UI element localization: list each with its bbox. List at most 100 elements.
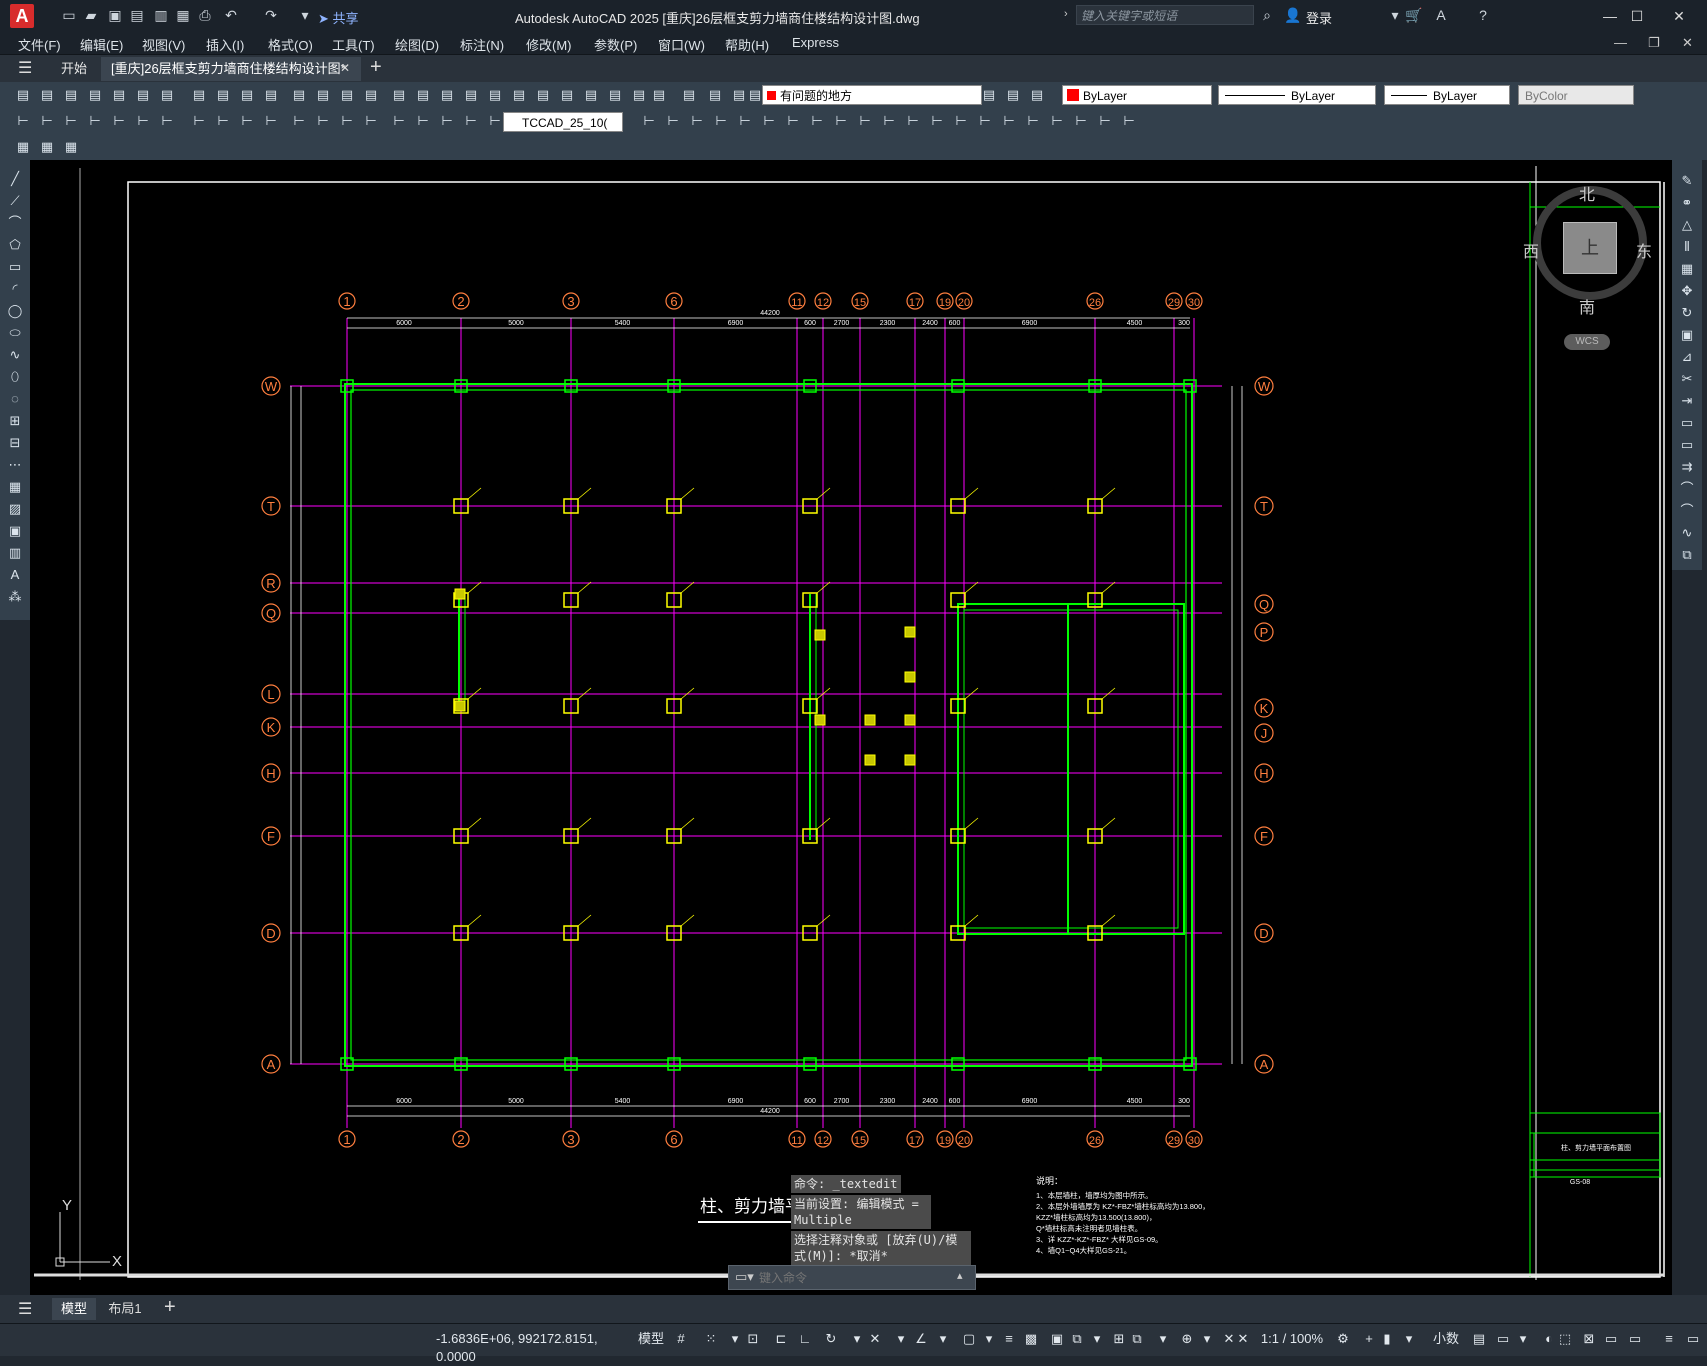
coordinate-readout[interactable]: -1.6836E+06, 992172.8151, 0.0000 <box>436 1330 632 1364</box>
toolbar-2-button-23-icon[interactable]: ⊢ <box>688 112 706 130</box>
toolbar-1-button-23-icon[interactable]: ▤ <box>558 86 576 104</box>
modify-tool-2-icon[interactable]: ⚭ <box>1678 194 1696 212</box>
draw-tool-17-icon[interactable]: ▣ <box>6 522 24 540</box>
toolbar-2-button-35-icon[interactable]: ⊢ <box>976 112 994 130</box>
toolbar-2-button-21-icon[interactable]: ⊢ <box>640 112 658 130</box>
hamburger-menu-icon[interactable]: ☰ <box>18 58 32 78</box>
status-toggle-10-icon[interactable]: ▾ <box>892 1330 910 1348</box>
toolbar-2-button-28-icon[interactable]: ⊢ <box>808 112 826 130</box>
tab-document[interactable]: [重庆]26层框支剪力墙商住楼结构设计图* <box>101 57 361 81</box>
status-toggle-13-icon[interactable]: ▢ <box>960 1330 978 1348</box>
toolbar-2-button-8-icon[interactable]: ⊢ <box>190 112 208 130</box>
menu-window[interactable]: 窗口(W) <box>658 35 705 54</box>
toolbar-1-button-8-icon[interactable]: ▤ <box>190 86 208 104</box>
toolbar-2-button-9-icon[interactable]: ⊢ <box>214 112 232 130</box>
draw-tool-1-icon[interactable]: ╱ <box>6 170 24 188</box>
status-toggle-5-icon[interactable]: ⊏ <box>772 1330 790 1348</box>
new-file-icon[interactable]: ▭ <box>60 6 78 24</box>
toolbar-1-button-13-icon[interactable]: ▤ <box>314 86 332 104</box>
modify-tool-7-icon[interactable]: ↻ <box>1678 304 1696 322</box>
share-button[interactable]: ➤ 共享 <box>318 8 359 27</box>
status-toggle-39-icon[interactable]: ≡ <box>1660 1330 1678 1348</box>
toolbar-2-button-3-icon[interactable]: ⊢ <box>62 112 80 130</box>
modify-tool-9-icon[interactable]: ⊿ <box>1678 348 1696 366</box>
toolbar-2-button-38-icon[interactable]: ⊢ <box>1048 112 1066 130</box>
status-toggle-33-icon[interactable]: ▾ <box>1514 1330 1532 1348</box>
draw-tool-13-icon[interactable]: ⊟ <box>6 434 24 452</box>
status-toggle-11-icon[interactable]: ∠ <box>912 1330 930 1348</box>
cart-icon[interactable]: 🛒 <box>1405 6 1423 24</box>
wcs-menu-button[interactable]: WCS <box>1564 334 1610 350</box>
status-toggle-38-icon[interactable]: ▭ <box>1626 1330 1644 1348</box>
menu-format[interactable]: 格式(O) <box>268 35 313 54</box>
toolbar-1-button-34-icon[interactable]: ▤ <box>1028 86 1046 104</box>
menu-modify[interactable]: 修改(M) <box>526 35 572 54</box>
toolbar-2-button-30-icon[interactable]: ⊢ <box>856 112 874 130</box>
menu-help[interactable]: 帮助(H) <box>725 35 769 54</box>
toolbar-1-button-1-icon[interactable]: ▤ <box>14 86 32 104</box>
draw-tool-3-icon[interactable]: ⌒ <box>6 214 24 232</box>
toolbar-3-button-2-icon[interactable]: ▦ <box>38 138 56 156</box>
qat-dropdown-icon[interactable]: ▾ <box>296 6 314 24</box>
status-toggle-24-icon[interactable]: ▾ <box>1198 1330 1216 1348</box>
status-toggle-8-icon[interactable]: ▾ <box>848 1330 866 1348</box>
sign-in-button[interactable]: 登录 <box>1306 8 1332 27</box>
draw-tool-7-icon[interactable]: ◯ <box>6 302 24 320</box>
drawing-canvas[interactable]: Y X 1 1 2 2 3 3 6 6 11 11 12 12 15 15 17 17 19 19 20 20 26 26… <box>30 160 1672 1295</box>
help-search-input[interactable]: 键入关键字或短语 <box>1076 5 1254 25</box>
draw-tool-11-icon[interactable]: ◌ <box>6 390 24 408</box>
toolbar-2-button-40-icon[interactable]: ⊢ <box>1096 112 1114 130</box>
toolbar-2-button-13-icon[interactable]: ⊢ <box>314 112 332 130</box>
toolbar-2-button-1-icon[interactable]: ⊢ <box>14 112 32 130</box>
toolbar-2-button-34-icon[interactable]: ⊢ <box>952 112 970 130</box>
doc-restore-button[interactable]: ❐ <box>1648 35 1660 51</box>
draw-tool-15-icon[interactable]: ▦ <box>6 478 24 496</box>
viewcube-south[interactable]: 南 <box>1579 294 1595 318</box>
toolbar-1-button-24-icon[interactable]: ▤ <box>582 86 600 104</box>
doc-minimize-button[interactable]: — <box>1614 35 1627 50</box>
status-toggle-4-icon[interactable]: ⊡ <box>744 1330 762 1348</box>
toolbar-2-button-11-icon[interactable]: ⊢ <box>262 112 280 130</box>
toolbar-1-button-17-icon[interactable]: ▤ <box>414 86 432 104</box>
modify-tool-4-icon[interactable]: ⫴ <box>1678 238 1696 256</box>
draw-tool-20-icon[interactable]: ⁂ <box>6 588 24 606</box>
units-button[interactable]: 小数 <box>1426 1330 1466 1348</box>
textstyle-dropdown[interactable]: TCCAD_25_10( <box>503 112 623 132</box>
save-icon[interactable]: ▣ <box>106 6 124 24</box>
toolbar-2-button-22-icon[interactable]: ⊢ <box>664 112 682 130</box>
toolbar-1-button-6-icon[interactable]: ▤ <box>134 86 152 104</box>
toolbar-1-button-27-icon[interactable]: ▤ <box>650 86 668 104</box>
toolbar-2-button-10-icon[interactable]: ⊢ <box>238 112 256 130</box>
toolbar-1-button-22-icon[interactable]: ▤ <box>534 86 552 104</box>
toolbar-1-button-12-icon[interactable]: ▤ <box>290 86 308 104</box>
toolbar-1-button-29-icon[interactable]: ▤ <box>706 86 724 104</box>
toolbar-2-button-20-icon[interactable]: ⊢ <box>486 112 504 130</box>
status-toggle-36-icon[interactable]: ⊠ <box>1580 1330 1598 1348</box>
status-toggle-14-icon[interactable]: ▾ <box>980 1330 998 1348</box>
modify-tool-18-icon[interactable]: ⧉ <box>1678 546 1696 564</box>
toolbar-1-button-5-icon[interactable]: ▤ <box>110 86 128 104</box>
autodesk-app-icon[interactable]: A <box>1432 6 1450 24</box>
toolbar-2-button-32-icon[interactable]: ⊢ <box>904 112 922 130</box>
toolbar-2-button-2-icon[interactable]: ⊢ <box>38 112 56 130</box>
toolbar-1-button-15-icon[interactable]: ▤ <box>362 86 380 104</box>
toolbar-2-button-27-icon[interactable]: ⊢ <box>784 112 802 130</box>
model-space-button[interactable]: 模型 <box>636 1330 666 1348</box>
toolbar-2-button-14-icon[interactable]: ⊢ <box>338 112 356 130</box>
status-toggle-28-icon[interactable]: + <box>1360 1330 1378 1348</box>
status-toggle-15-icon[interactable]: ≡ <box>1000 1330 1018 1348</box>
modify-tool-1-icon[interactable]: ✎ <box>1678 172 1696 190</box>
status-toggle-6-icon[interactable]: ∟ <box>796 1330 814 1348</box>
viewcube-east[interactable]: 东 <box>1636 238 1652 262</box>
menu-dimension[interactable]: 标注(N) <box>460 35 504 54</box>
toolbar-1-button-2-icon[interactable]: ▤ <box>38 86 56 104</box>
status-toggle-37-icon[interactable]: ▭ <box>1602 1330 1620 1348</box>
toolbar-2-button-41-icon[interactable]: ⊢ <box>1120 112 1138 130</box>
toolbar-1-button-4-icon[interactable]: ▤ <box>86 86 104 104</box>
toolbar-2-button-37-icon[interactable]: ⊢ <box>1024 112 1042 130</box>
toolbar-1-button-33-icon[interactable]: ▤ <box>1004 86 1022 104</box>
toolbar-2-button-18-icon[interactable]: ⊢ <box>438 112 456 130</box>
toolbar-2-button-36-icon[interactable]: ⊢ <box>1000 112 1018 130</box>
toolbar-1-button-28-icon[interactable]: ▤ <box>680 86 698 104</box>
menu-file[interactable]: 文件(F) <box>18 35 61 54</box>
